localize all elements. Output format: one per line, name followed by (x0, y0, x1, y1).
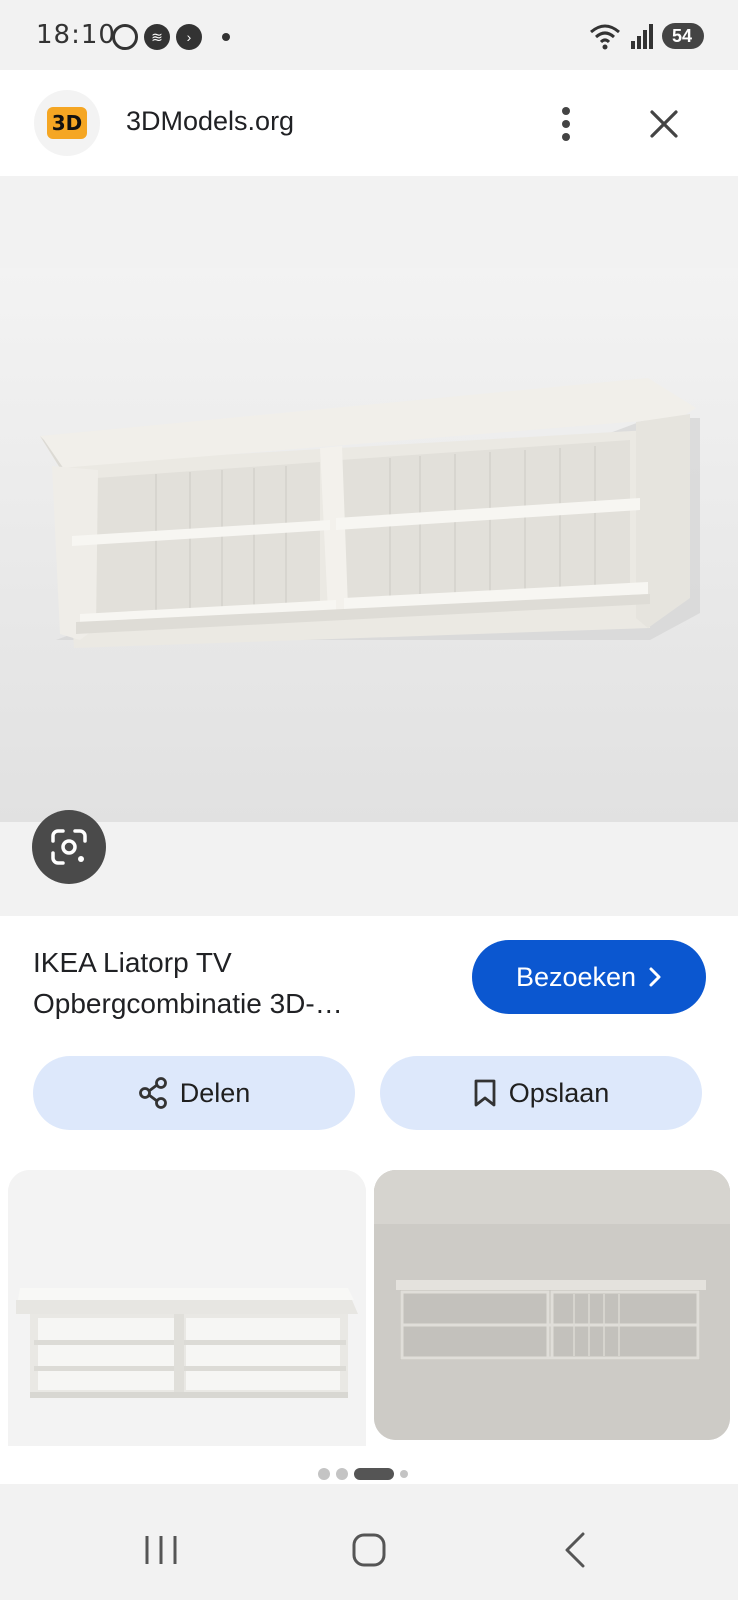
recent-apps-button[interactable] (126, 1522, 196, 1578)
battery-level: 54 (671, 25, 692, 46)
site-logo-text: 3D (47, 107, 87, 139)
carousel-dot (318, 1468, 330, 1480)
bookmark-icon (474, 1079, 496, 1107)
back-button[interactable] (540, 1522, 610, 1578)
back-icon (565, 1532, 585, 1568)
google-lens-icon (51, 829, 87, 865)
save-button[interactable]: Opslaan (380, 1056, 702, 1130)
more-options-button[interactable] (548, 100, 584, 148)
status-bar: 18:10 ≋ › 54 (0, 0, 738, 70)
site-logo[interactable]: 3D (34, 90, 100, 156)
battery-indicator: 54 (661, 23, 704, 49)
carousel-dot (336, 1468, 348, 1480)
wifi-icon (589, 24, 620, 50)
save-button-label: Opslaan (508, 1077, 610, 1108)
close-button[interactable] (640, 100, 688, 148)
result-title[interactable]: IKEA Liatorp TV Opbergcombinatie 3D-… (33, 942, 433, 1024)
status-time: 18:10 (36, 20, 116, 50)
system-navigation-bar (0, 1500, 738, 1600)
more-notifications-dot-icon (222, 33, 230, 41)
visit-button-label: Bezoeken (515, 961, 637, 992)
visit-button[interactable]: Bezoeken (472, 940, 706, 1014)
result-details: IKEA Liatorp TV Opbergcombinatie 3D-… Be… (0, 916, 738, 1484)
carousel-dot-active (354, 1468, 394, 1480)
notification-icons: ≋ › (112, 24, 230, 50)
recent-apps-icon (145, 1536, 177, 1564)
share-button-label: Delen (179, 1077, 251, 1108)
signal-icon (630, 24, 653, 49)
notification-ring-icon (112, 24, 138, 50)
related-image-2 (374, 1170, 730, 1440)
image-viewer (0, 176, 738, 916)
more-vert-icon (562, 107, 570, 141)
google-lens-button[interactable] (32, 810, 106, 884)
related-image-1 (8, 1170, 366, 1446)
close-icon (650, 110, 678, 138)
related-image-thumbnail[interactable] (8, 1170, 366, 1446)
home-icon (352, 1533, 386, 1567)
carousel-dot (400, 1470, 408, 1478)
home-button[interactable] (334, 1522, 404, 1578)
notification-app-icon: › (176, 24, 202, 50)
carousel-indicator (318, 1468, 408, 1480)
site-name[interactable]: 3DModels.org (126, 106, 294, 137)
related-image-thumbnail[interactable] (374, 1170, 730, 1440)
notification-stack-icon: ≋ (144, 24, 170, 50)
source-header: 3D 3DModels.org (0, 70, 738, 176)
share-icon (138, 1077, 167, 1109)
system-icons: 54 (588, 22, 704, 50)
share-button[interactable]: Delen (33, 1056, 355, 1130)
chevron-right-icon (649, 967, 661, 987)
main-product-image[interactable] (0, 268, 738, 822)
